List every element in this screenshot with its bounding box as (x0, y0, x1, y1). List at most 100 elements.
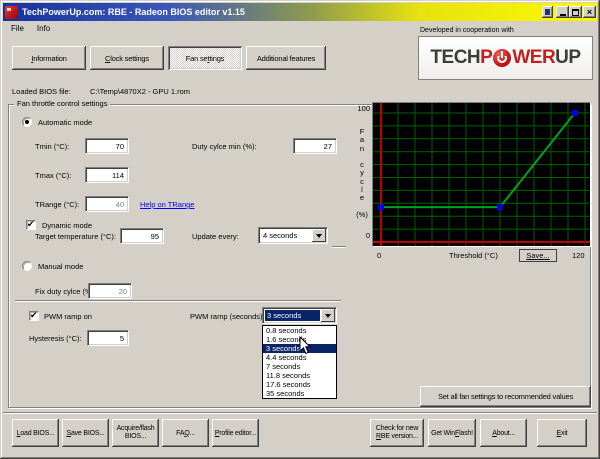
pwm-ramp-on-checkbox[interactable] (29, 311, 39, 321)
manual-mode-radio[interactable] (22, 261, 32, 271)
titlebar-extra-icon (545, 9, 550, 15)
pwm-ramp-option[interactable]: 35 seconds (263, 389, 336, 398)
logo-up: UP (555, 47, 580, 69)
fan-curve-plot[interactable] (373, 103, 590, 246)
check-new-version-button[interactable]: Check for new RBE version... (370, 419, 424, 447)
get-winflash-button[interactable]: Get WinFlash! (428, 419, 476, 447)
chart-x-max-label: 120 (572, 251, 585, 260)
menu-file[interactable]: File (11, 24, 24, 33)
update-every-label: Update every: (192, 232, 239, 241)
minimize-icon (560, 14, 566, 16)
tab-fan-settings[interactable]: Fan settings (168, 46, 242, 70)
tab-additional-features[interactable]: Additional features (246, 46, 326, 70)
close-button[interactable]: × (583, 6, 596, 18)
about-label: bout... (497, 430, 515, 437)
fan-throttle-group-title: Fan throttle control settings (14, 99, 110, 108)
fix-duty-field: 20 (88, 283, 132, 299)
tab-clock-label: lock settings (110, 54, 149, 63)
hysteresis-label: Hysteresis (°C): (29, 334, 82, 343)
pwm-ramp-dropdown-button[interactable] (321, 309, 335, 322)
pwm-ramp-option[interactable]: 11.8 seconds (263, 371, 336, 380)
update-every-dropdown-button[interactable] (312, 229, 326, 242)
automatic-mode-label: Automatic mode (38, 118, 92, 127)
get-winflash-label-post: lash! (459, 430, 473, 437)
acquire-flash-line2: BIOS... (125, 433, 146, 441)
power-button-icon (493, 49, 511, 67)
maximize-button[interactable] (569, 6, 582, 18)
hysteresis-field[interactable]: 5 (87, 330, 129, 346)
chart-x-axis-title: Threshold (°C) (449, 251, 498, 260)
profile-editor-button[interactable]: Profile editor... (212, 419, 259, 447)
get-winflash-label-pre: Get Win (431, 430, 455, 437)
logo-wer: WER (512, 47, 555, 69)
titlebar[interactable]: TechPowerUp.com: RBE - Radeon BIOS edito… (3, 3, 597, 21)
pwm-ramp-combo[interactable]: 3 seconds (262, 307, 337, 324)
check-new-version-line1: Check for new (376, 425, 418, 433)
chart-y-min-label: 0 (352, 231, 370, 240)
automatic-mode-radio[interactable] (22, 117, 32, 127)
chart-x-min-label: 0 (377, 251, 381, 260)
minimize-button[interactable] (556, 6, 569, 18)
tmin-field[interactable]: 70 (85, 138, 129, 154)
tab-fan-label-pre: Fan se (186, 54, 208, 63)
faq-label-post: ... (190, 430, 195, 437)
app-icon[interactable] (5, 6, 18, 19)
update-every-combo[interactable]: 4 seconds (258, 227, 328, 244)
window-title: TechPowerUp.com: RBE - Radeon BIOS edito… (22, 7, 245, 17)
about-button[interactable]: About... (480, 419, 527, 447)
tab-additional-label: Additional features (257, 54, 315, 63)
pwm-ramp-label: PWM ramp (seconds): (190, 312, 265, 321)
load-bios-button[interactable]: Load BIOS... (12, 419, 59, 447)
chart-y-max-label: 100 (344, 104, 370, 113)
tab-fan-label-post: tings (209, 54, 224, 63)
maximize-icon (572, 9, 579, 16)
techpowerup-logo: TECHP WERUP (418, 36, 593, 80)
target-temp-field[interactable]: 95 (120, 228, 164, 244)
chart-y-axis-title: Fan cycle (%) (354, 128, 370, 219)
pwm-ramp-option[interactable]: 17.6 seconds (263, 380, 336, 389)
acquire-flash-bios-button[interactable]: Acquire/flash BIOS... (112, 419, 159, 447)
chart-ylabel-char: (%) (354, 211, 370, 219)
exit-label: xit (561, 430, 567, 437)
titlebar-extra-button[interactable] (542, 6, 553, 18)
acquire-flash-line1: Acquire/flash (117, 425, 155, 433)
logo-tech: TECH (430, 47, 480, 69)
chart-save-button[interactable]: Save... (519, 249, 557, 262)
dynamic-mode-checkbox[interactable] (26, 220, 36, 230)
duty-min-field[interactable]: 27 (293, 138, 337, 154)
pwm-ramp-option[interactable]: 7 seconds (263, 362, 336, 371)
separator-line (332, 246, 346, 247)
chevron-down-icon (325, 314, 331, 321)
separator-line (15, 300, 341, 301)
tab-information[interactable]: Information (12, 46, 86, 70)
trange-field: 40 (85, 196, 129, 212)
techpowerup-logo-text: TECHP WERUP (430, 47, 580, 69)
update-every-value: 4 seconds (261, 230, 311, 241)
tmax-label: Tmax (°C): (35, 171, 71, 180)
trange-label: TRange (°C): (35, 200, 79, 209)
tab-clock-settings[interactable]: Clock settings (90, 46, 164, 70)
dynamic-mode-label: Dynamic mode (42, 221, 92, 230)
fan-curve-chart[interactable] (372, 102, 591, 247)
mouse-cursor-icon (299, 336, 312, 355)
check-new-version-line2: BE version... (381, 433, 418, 440)
loaded-bios-label: Loaded BIOS file: (12, 87, 71, 96)
logo-p: P (480, 47, 492, 69)
help-on-trange-link[interactable]: Help on TRange (140, 200, 194, 209)
tmax-field[interactable]: 114 (85, 167, 129, 183)
loaded-bios-path: C:\Temp\4870X2 - GPU 1.rom (90, 87, 190, 96)
menu-info[interactable]: Info (37, 24, 50, 33)
pwm-ramp-option[interactable]: 0.8 seconds (263, 326, 336, 335)
exit-button[interactable]: Exit (537, 419, 587, 447)
set-recommended-values-button[interactable]: Set all fan settings to recommended valu… (420, 386, 591, 407)
chevron-down-icon (316, 234, 322, 241)
save-bios-button[interactable]: Save BIOS... (62, 419, 109, 447)
load-bios-label: oad BIOS... (20, 430, 54, 437)
duty-min-label: Duty cylce min (%): (192, 142, 257, 151)
faq-button[interactable]: FAQ... (162, 419, 209, 447)
pwm-ramp-on-label: PWM ramp on (44, 312, 92, 321)
tmin-label: Tmin (°C): (35, 142, 69, 151)
pwm-ramp-value: 3 seconds (265, 310, 320, 321)
target-temp-label: Target temperature (°C): (35, 232, 116, 241)
save-bios-label: ave BIOS... (71, 430, 105, 437)
